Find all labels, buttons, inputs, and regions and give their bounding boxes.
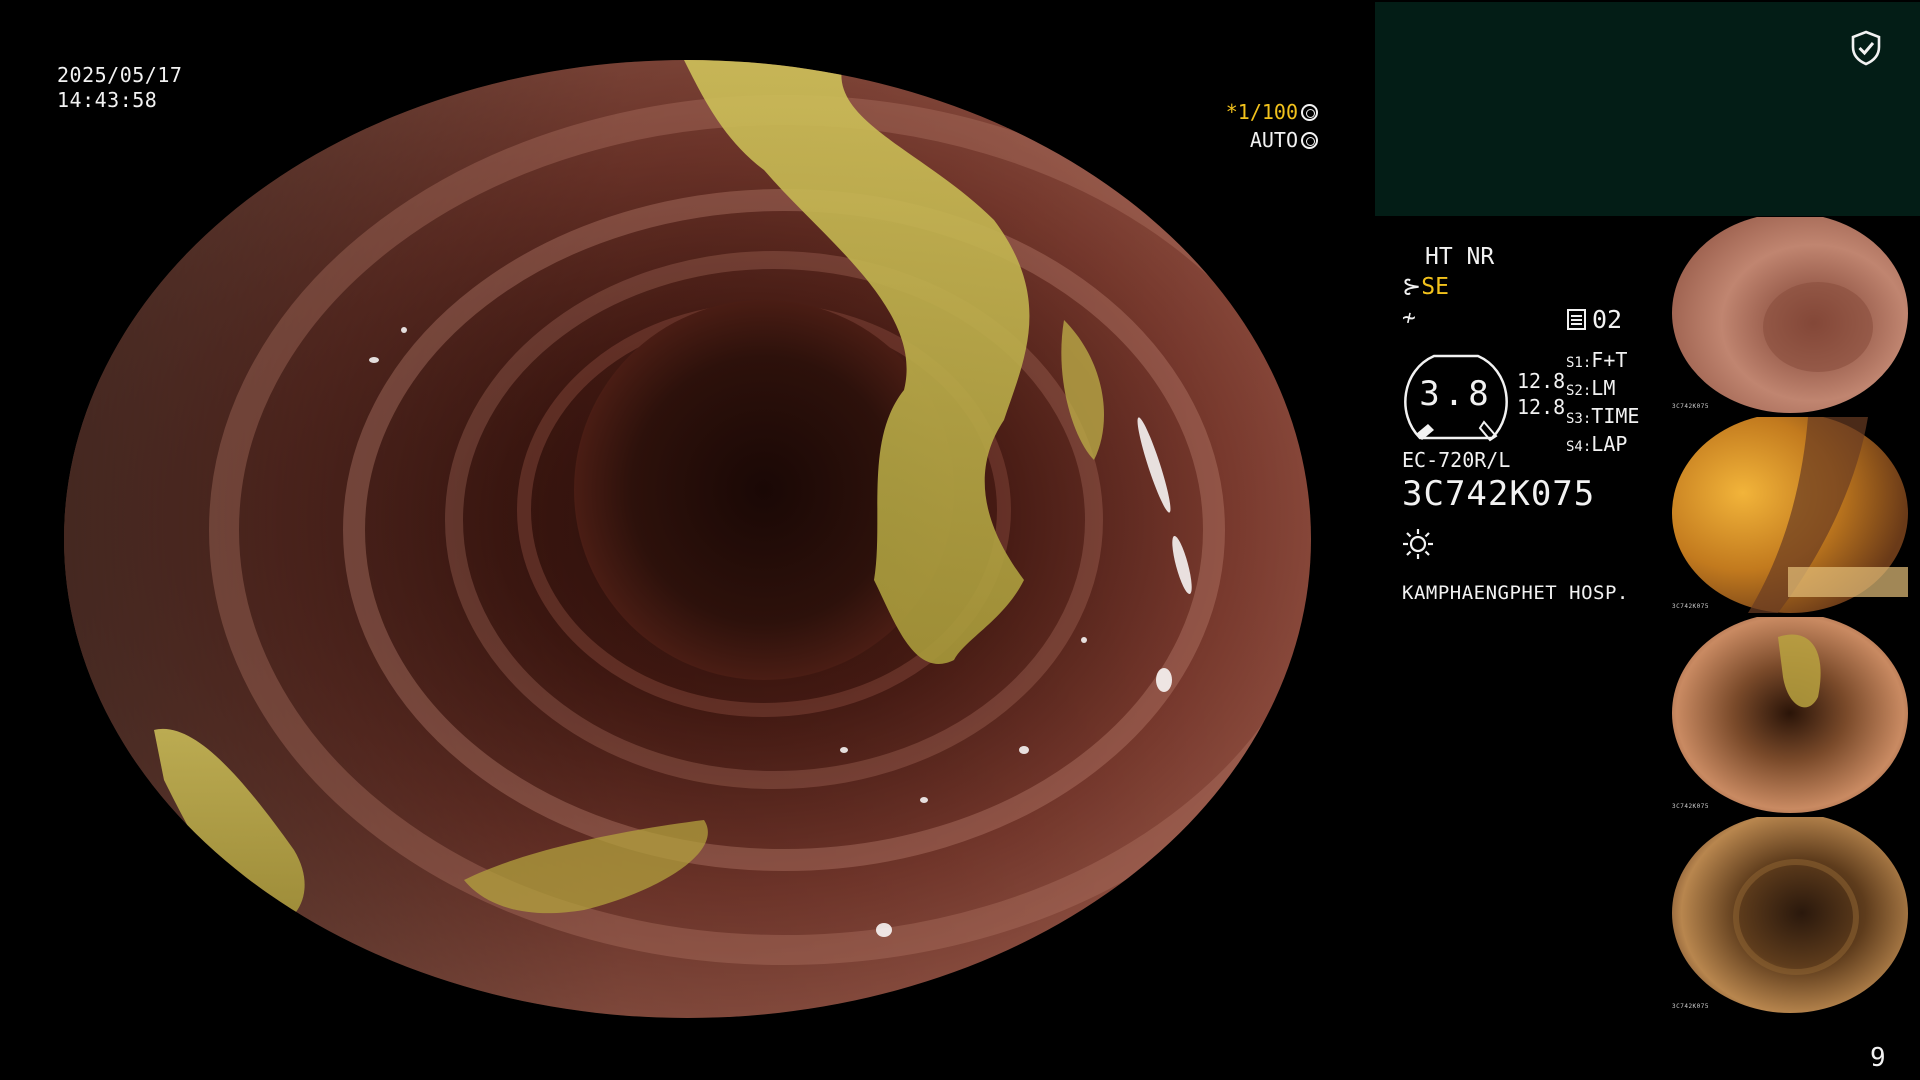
aperture-icon: [1301, 132, 1318, 149]
exposure-mode: AUTO: [1226, 126, 1318, 154]
memo-icon: [1567, 309, 1586, 330]
switch-value: TIME: [1591, 404, 1640, 428]
scope-model: EC-720R/L: [1402, 448, 1511, 472]
thumbnail-1[interactable]: 3C742K075: [1668, 217, 1920, 413]
thumbnail-4[interactable]: 3C742K075: [1668, 817, 1920, 1013]
memo-indicator: 02: [1567, 305, 1622, 334]
exam-date: 2025/05/17: [57, 63, 183, 87]
switch-assignments: S1:F+T S2:LM S3:TIME S4:LAP: [1566, 348, 1639, 460]
hospital-name: KAMPHAENGPHET HOSP.: [1402, 582, 1629, 604]
exposure-mode-label: AUTO: [1249, 128, 1298, 152]
endoscopic-view: [64, 60, 1311, 1018]
switch-row: S2:LM: [1566, 376, 1639, 404]
exposure-overlay: *1/100 AUTO: [1226, 98, 1318, 154]
thumbnail-caption: 3C742K075: [1672, 603, 1710, 610]
iris-icon: ≁: [1402, 305, 1416, 331]
thumbnail-caption: 3C742K075: [1672, 1003, 1710, 1010]
shutter-prefix: *: [1225, 100, 1238, 124]
thumbnail-caption: 3C742K075: [1672, 403, 1710, 410]
switch-value: F+T: [1591, 348, 1628, 372]
thumbnail-2[interactable]: 3C742K075: [1668, 417, 1920, 613]
color-enhancement: ⊱SE: [1402, 274, 1449, 300]
status-panel: [1375, 2, 1920, 216]
switch-key: S4:: [1566, 439, 1592, 455]
switch-value: LM: [1591, 376, 1616, 400]
shield-check-icon: [1851, 30, 1881, 66]
zoom-gauge-value: 3.8: [1419, 374, 1493, 414]
shutter-icon: [1301, 104, 1318, 121]
light-source-icon: [1403, 529, 1433, 559]
exam-time: 14:43:58: [57, 88, 158, 112]
switch-key: S2:: [1566, 383, 1592, 399]
shutter-value: 1/100: [1237, 100, 1298, 124]
color-enhancement-label: SE: [1421, 274, 1449, 300]
page-number: 9: [1870, 1043, 1886, 1073]
gauge-side-value: 12.8: [1517, 369, 1566, 393]
memo-count: 02: [1592, 305, 1623, 334]
gauge-side-values: 12.8 12.8: [1517, 368, 1565, 420]
scope-serial: 3C742K075: [1402, 474, 1596, 514]
switch-row: S3:TIME: [1566, 404, 1639, 432]
se-icon: ⊱: [1402, 274, 1422, 300]
datetime-overlay: 2025/05/17 14:43:58: [57, 63, 182, 113]
switch-row: S4:LAP: [1566, 432, 1639, 460]
gauge-side-value: 12.8: [1517, 395, 1566, 419]
switch-key: S1:: [1566, 355, 1592, 371]
switch-value: LAP: [1591, 432, 1628, 456]
switch-row: S1:F+T: [1566, 348, 1639, 376]
thumbnail-caption: 3C742K075: [1672, 803, 1710, 810]
switch-key: S3:: [1566, 411, 1592, 427]
shutter-speed: *1/100: [1226, 98, 1318, 126]
structure-enhancement: HT NR: [1425, 244, 1495, 270]
thumbnail-3[interactable]: 3C742K075: [1668, 617, 1920, 813]
